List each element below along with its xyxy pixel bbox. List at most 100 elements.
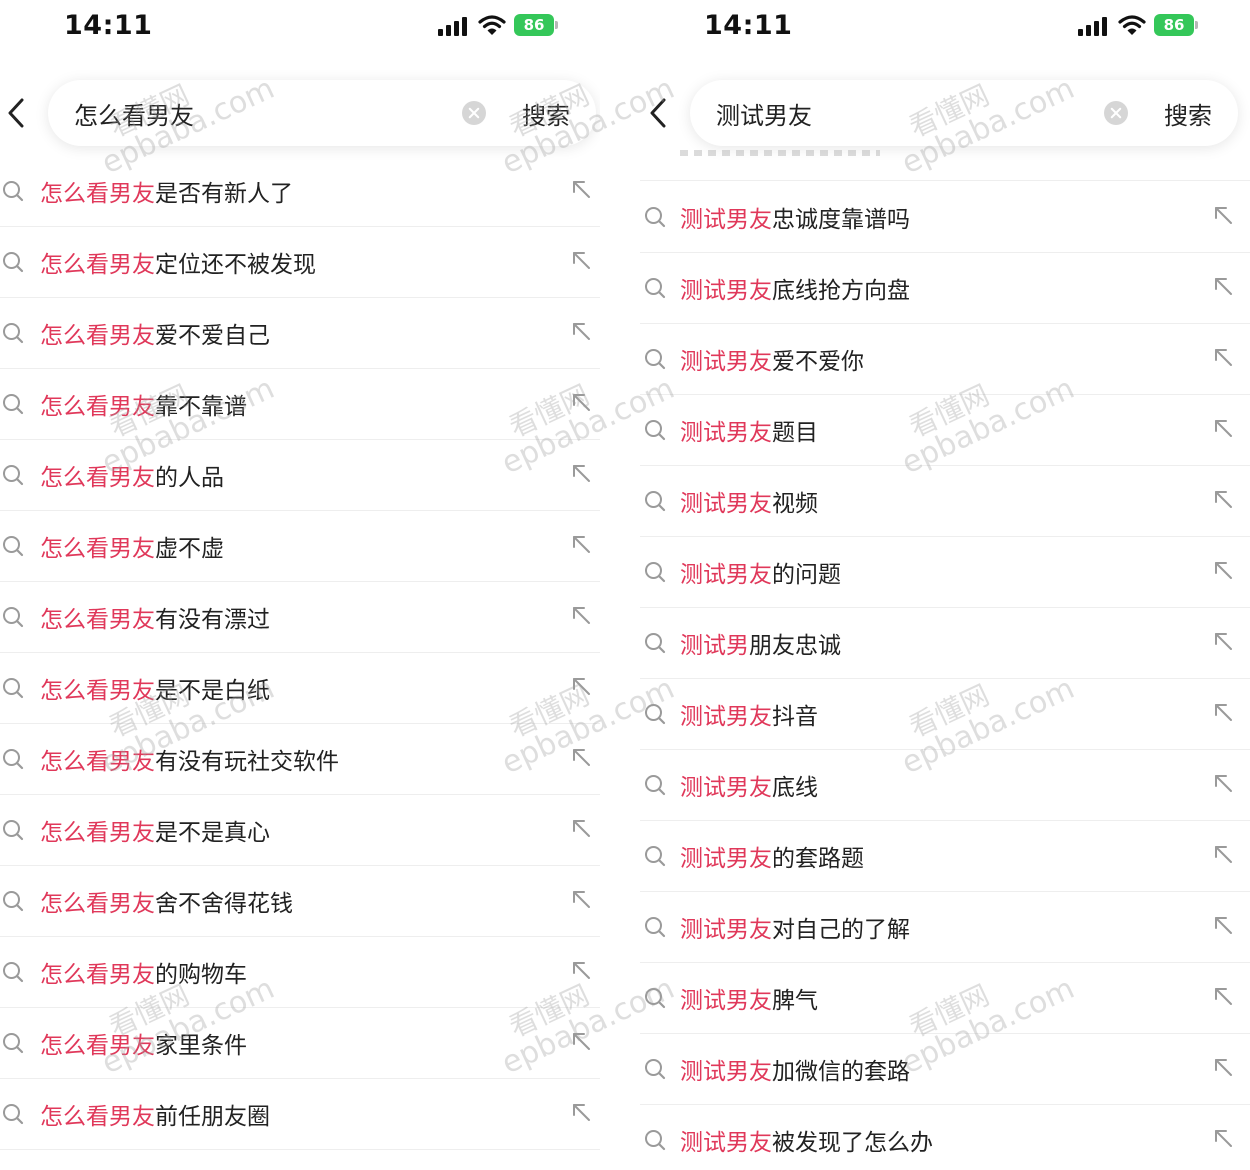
search-icon [644,206,666,228]
suggestion-item[interactable]: 测试男友爱不爱你 [640,324,1250,395]
fill-query-arrow-icon[interactable] [1212,772,1234,794]
suggestion-rest: 爱不爱你 [772,349,864,375]
suggestion-rest: 靠不靠谱 [155,394,247,420]
search-icon [644,703,666,725]
fill-query-arrow-icon[interactable] [570,533,592,555]
fill-query-arrow-icon[interactable] [570,817,592,839]
suggestion-text: 怎么看男友有没有玩社交软件 [40,742,339,776]
suggestion-item[interactable]: 怎么看男友的人品 [0,440,600,511]
search-icon [2,890,24,912]
suggestion-text: 怎么看男友虚不虚 [40,529,224,563]
search-icon [644,987,666,1009]
search-input[interactable] [48,92,462,134]
fill-query-arrow-icon[interactable] [570,746,592,768]
search-box: 搜索 [48,80,596,146]
suggestion-item[interactable]: 怎么看男友有没有玩社交软件 [0,724,600,795]
fill-query-arrow-icon[interactable] [570,1030,592,1052]
battery-icon: 86 [1154,14,1198,36]
battery-level: 86 [1163,16,1185,34]
suggestion-item[interactable]: 测试男友忠诚度靠谱吗 [640,182,1250,253]
suggestion-rest: 忠诚度靠谱吗 [772,207,910,233]
fill-query-arrow-icon[interactable] [570,320,592,342]
fill-query-arrow-icon[interactable] [1212,204,1234,226]
fill-query-arrow-icon[interactable] [1212,843,1234,865]
search-icon [644,632,666,654]
search-input[interactable] [690,92,1104,134]
fill-query-arrow-icon[interactable] [570,675,592,697]
matched-keyword: 测试男 [680,633,749,659]
suggestion-item[interactable]: 怎么看男友的购物车 [0,937,600,1008]
fill-query-arrow-icon[interactable] [1212,275,1234,297]
suggestion-item[interactable]: 测试男友的问题 [640,537,1250,608]
matched-keyword: 测试男友 [680,420,772,446]
suggestion-item[interactable]: 怎么看男友是不是真心 [0,795,600,866]
fill-query-arrow-icon[interactable] [570,462,592,484]
suggestion-item[interactable]: 怎么看男友舍不舍得花钱 [0,866,600,937]
fill-query-arrow-icon[interactable] [570,604,592,626]
search-icon [2,393,24,415]
matched-keyword: 怎么看男友 [40,465,155,491]
fill-query-arrow-icon[interactable] [1212,417,1234,439]
suggestion-item[interactable]: 测试男友的套路题 [640,821,1250,892]
suggestion-item[interactable]: 测试男友被发现了怎么办 [640,1105,1250,1170]
search-icon [644,419,666,441]
suggestion-item[interactable]: 测试男友底线 [640,750,1250,821]
fill-query-arrow-icon[interactable] [570,249,592,271]
fill-query-arrow-icon[interactable] [1212,985,1234,1007]
suggestion-text: 测试男友被发现了怎么办 [680,1123,933,1157]
matched-keyword: 怎么看男友 [40,536,155,562]
suggestion-text: 测试男友的问题 [680,555,841,589]
suggestion-item[interactable]: 怎么看男友前任朋友圈 [0,1079,600,1150]
matched-keyword: 怎么看男友 [40,181,155,207]
fill-query-arrow-icon[interactable] [570,959,592,981]
search-icon [644,348,666,370]
fill-query-arrow-icon[interactable] [570,1101,592,1123]
fill-query-arrow-icon[interactable] [570,178,592,200]
suggestion-item[interactable]: 怎么看男友爱不爱自己 [0,298,600,369]
fill-query-arrow-icon[interactable] [570,888,592,910]
fill-query-arrow-icon[interactable] [1212,630,1234,652]
suggestion-item[interactable]: 怎么看男友是不是白纸 [0,653,600,724]
suggestion-item[interactable]: 测试男朋友忠诚 [640,608,1250,679]
fill-query-arrow-icon[interactable] [1212,488,1234,510]
suggestion-item[interactable]: 怎么看男友靠不靠谱 [0,369,600,440]
fill-query-arrow-icon[interactable] [1212,559,1234,581]
suggestion-item[interactable]: 测试男友加微信的套路 [640,1034,1250,1105]
suggestion-item[interactable]: 测试男友视频 [640,466,1250,537]
status-time: 14:11 [704,10,793,41]
suggestion-item[interactable]: 测试男友底线抢方向盘 [640,253,1250,324]
fill-query-arrow-icon[interactable] [570,391,592,413]
fill-query-arrow-icon[interactable] [1212,1056,1234,1078]
matched-keyword: 测试男友 [680,988,772,1014]
fill-query-arrow-icon[interactable] [1212,914,1234,936]
suggestion-item[interactable]: 怎么看男友虚不虚 [0,511,600,582]
fill-query-arrow-icon[interactable] [1212,1127,1234,1149]
matched-keyword: 测试男友 [680,917,772,943]
suggestion-item[interactable]: 怎么看男友是否有新人了 [0,156,600,227]
suggestion-item[interactable]: 怎么看男友有没有漂过 [0,582,600,653]
suggestion-item[interactable]: 测试男友抖音 [640,679,1250,750]
fill-query-arrow-icon[interactable] [1212,346,1234,368]
search-icon [644,561,666,583]
matched-keyword: 怎么看男友 [40,323,155,349]
suggestion-item[interactable]: 测试男友题目 [640,395,1250,466]
suggestion-text: 测试男友对自己的了解 [680,910,910,944]
suggestion-item[interactable]: 测试男友脾气 [640,963,1250,1034]
back-chevron-icon[interactable] [4,96,28,130]
suggestion-rest: 的购物车 [155,962,247,988]
clear-input-icon[interactable] [1104,101,1128,125]
search-button[interactable]: 搜索 [512,96,596,131]
matched-keyword: 怎么看男友 [40,1104,155,1130]
clear-input-icon[interactable] [462,101,486,125]
back-chevron-icon[interactable] [646,96,670,130]
suggestion-item[interactable]: 怎么看男友家里条件 [0,1008,600,1079]
suggestion-item[interactable]: 测试男友对自己的了解 [640,892,1250,963]
suggestion-text: 测试男友底线抢方向盘 [680,271,910,305]
fill-query-arrow-icon[interactable] [1212,701,1234,723]
suggestion-item[interactable]: 怎么看男友定位还不被发现 [0,227,600,298]
search-button[interactable]: 搜索 [1154,96,1238,131]
suggestion-text: 怎么看男友定位还不被发现 [40,245,316,279]
suggestion-rest: 是不是真心 [155,820,270,846]
matched-keyword: 测试男友 [680,491,772,517]
search-icon [2,180,24,202]
